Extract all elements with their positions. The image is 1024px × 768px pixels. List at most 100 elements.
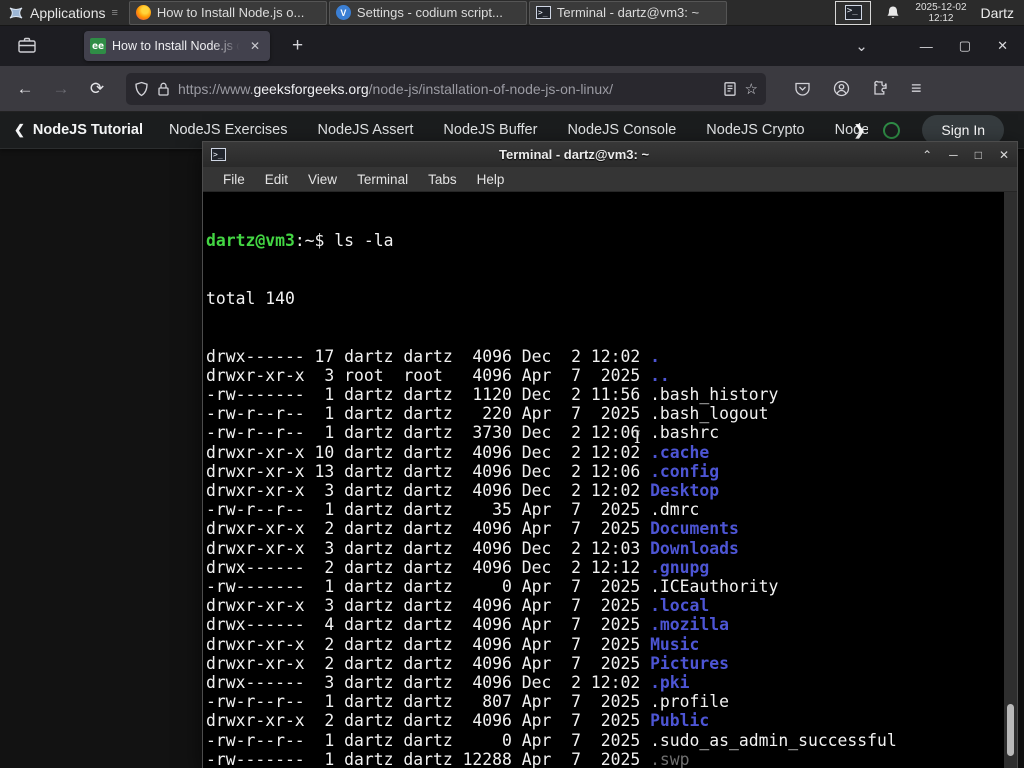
search-icon[interactable] <box>883 121 901 139</box>
terminal-output-line: -rw-r--r-- 1 dartz dartz 0 Apr 7 2025 .s… <box>206 730 897 750</box>
ibeam-cursor: I <box>634 428 641 448</box>
window-button-firefox[interactable]: How to Install Node.js o... <box>128 0 327 25</box>
terminal-output-line: drwx------ 4 dartz dartz 4096 Apr 7 2025… <box>206 615 730 635</box>
menu-icon[interactable]: ≡ <box>911 78 922 99</box>
window-button-list: How to Install Node.js o... V Settings -… <box>128 0 727 26</box>
nav-item[interactable]: NodeJS Buffer <box>443 122 537 138</box>
directory-name: .local <box>650 596 710 616</box>
firefox-view-button[interactable] <box>12 32 42 60</box>
url-domain: geeksforgeeks.org <box>253 80 369 97</box>
command-text: ls -la <box>334 231 394 251</box>
nav-item[interactable]: NodeJS Console <box>567 122 676 138</box>
tab-title: How to Install Node.js on <box>112 39 240 53</box>
menu-tabs[interactable]: Tabs <box>418 172 467 187</box>
terminal-output-line: -rw-r--r-- 1 dartz dartz 3730 Dec 2 12:0… <box>206 423 720 443</box>
directory-name: .cache <box>650 442 710 462</box>
codium-icon: V <box>335 5 351 20</box>
terminal-output-line: drwxr-xr-x 3 dartz dartz 4096 Apr 7 2025… <box>206 596 710 616</box>
shade-button[interactable]: ⌃ <box>922 148 932 162</box>
extensions-icon[interactable] <box>872 80 889 97</box>
gfg-subnav-items: NodeJS Exercises NodeJS Assert NodeJS Bu… <box>169 122 868 138</box>
directory-name: Pictures <box>650 653 730 673</box>
directory-name: .pki <box>650 673 690 693</box>
list-all-tabs-icon[interactable]: ⌄ <box>855 37 868 55</box>
nav-item[interactable]: NodeJS Exercises <box>169 122 287 138</box>
nav-item[interactable]: NodeJS Crypto <box>706 122 804 138</box>
browser-tab-bar: ee How to Install Node.js on ✕ + ⌄ — ▢ ✕ <box>0 26 1024 66</box>
file-name: .bashrc <box>650 423 720 443</box>
directory-name: .gnupg <box>650 557 710 577</box>
prompt-suffix: :~$ <box>294 231 335 251</box>
prompt-user-host: dartz@vm3 <box>206 231 295 251</box>
maximize-button[interactable]: □ <box>975 148 982 162</box>
terminal-output-line: drwxr-xr-x 13 dartz dartz 4096 Dec 2 12:… <box>206 461 720 481</box>
minimize-button[interactable]: ─ <box>949 148 958 162</box>
firefox-icon <box>135 5 151 20</box>
terminal-output-line: total 140 <box>206 289 295 309</box>
lock-icon[interactable] <box>157 81 170 97</box>
directory-name: Public <box>650 711 710 731</box>
pocket-icon[interactable] <box>794 80 811 97</box>
window-button-codium[interactable]: V Settings - codium script... <box>328 0 527 25</box>
tray-terminal-icon[interactable]: >_ <box>835 0 872 25</box>
terminal-output-line: drwxr-xr-x 2 dartz dartz 4096 Apr 7 2025… <box>206 519 739 539</box>
terminal-prompt-line: dartz@vm3:~$ ls -la <box>206 231 1003 250</box>
terminal-title-bar[interactable]: >_ Terminal - dartz@vm3: ~ ⌃ ─ □ ✕ <box>203 142 1017 167</box>
notification-bell-icon[interactable] <box>885 5 901 21</box>
directory-name: Music <box>650 634 700 654</box>
menu-view[interactable]: View <box>298 172 347 187</box>
directory-name: .. <box>650 365 670 385</box>
panel-grip-icon: ≡ <box>111 6 119 19</box>
chevron-right-icon[interactable]: ❯ <box>854 122 866 139</box>
reload-button[interactable]: ⟳ <box>82 74 112 104</box>
nav-item[interactable]: NodeJS Assert <box>317 122 413 138</box>
chevron-left-icon[interactable]: ❮ <box>14 122 25 138</box>
terminal-output-area[interactable]: dartz@vm3:~$ ls -la total 140 drwx------… <box>203 192 1017 768</box>
panel-username: Dartz <box>980 4 1014 21</box>
terminal-output-line: drwxr-xr-x 3 dartz dartz 4096 Dec 2 12:0… <box>206 538 739 558</box>
close-button[interactable]: ✕ <box>999 148 1009 162</box>
clock[interactable]: 2025-12-02 12:12 <box>915 2 966 24</box>
menu-file[interactable]: File <box>213 172 255 187</box>
menu-help[interactable]: Help <box>467 172 515 187</box>
terminal-listing: drwx------ 17 dartz dartz 4096 Dec 2 12:… <box>206 347 1003 768</box>
reader-mode-icon[interactable] <box>723 81 737 97</box>
terminal-output-line: drwx------ 2 dartz dartz 4096 Dec 2 12:1… <box>206 557 710 577</box>
account-icon[interactable] <box>833 80 850 97</box>
terminal-scrollbar[interactable] <box>1004 192 1017 768</box>
terminal-output-line: drwxr-xr-x 10 dartz dartz 4096 Dec 2 12:… <box>206 442 710 462</box>
toolbar-right-icons: ≡ <box>794 78 922 99</box>
terminal-window-title: Terminal - dartz@vm3: ~ <box>499 147 650 162</box>
tab-close-icon[interactable]: ✕ <box>246 37 264 55</box>
maximize-button[interactable]: ▢ <box>959 38 971 54</box>
terminal-icon: >_ <box>844 5 862 20</box>
minimize-button[interactable]: — <box>920 39 933 54</box>
applications-label: Applications <box>30 4 106 21</box>
terminal-output-line: drwxr-xr-x 3 dartz dartz 4096 Dec 2 12:0… <box>206 481 720 501</box>
terminal-output-line: drwx------ 17 dartz dartz 4096 Dec 2 12:… <box>206 346 660 366</box>
menu-terminal[interactable]: Terminal <box>347 172 418 187</box>
scrollbar-thumb[interactable] <box>1007 704 1014 756</box>
directory-name: Downloads <box>650 538 739 558</box>
menu-edit[interactable]: Edit <box>255 172 298 187</box>
directory-name: .config <box>650 461 720 481</box>
terminal-output-line: drwx------ 3 dartz dartz 4096 Dec 2 12:0… <box>206 673 690 693</box>
terminal-output-line: drwxr-xr-x 2 dartz dartz 4096 Apr 7 2025… <box>206 653 730 673</box>
terminal-output-line: drwxr-xr-x 2 dartz dartz 4096 Apr 7 2025… <box>206 711 710 731</box>
clock-date: 2025-12-02 <box>915 1 967 13</box>
close-button[interactable]: ✕ <box>997 38 1008 54</box>
directory-name: . <box>650 346 660 366</box>
url-bar[interactable]: https://www.geeksforgeeks.org/node-js/in… <box>126 72 766 105</box>
new-tab-button[interactable]: + <box>284 35 311 57</box>
window-button-terminal[interactable]: >_ Terminal - dartz@vm3: ~ <box>528 0 727 25</box>
window-button-label: Terminal - dartz@vm3: ~ <box>556 5 700 20</box>
browser-tab-active[interactable]: ee How to Install Node.js on ✕ <box>84 31 270 61</box>
terminal-output-line: -rw-r--r-- 1 dartz dartz 220 Apr 7 2025 … <box>206 404 769 424</box>
applications-menu-button[interactable]: Applications ≡ <box>0 0 129 26</box>
shield-icon[interactable] <box>134 81 149 97</box>
nav-item-nodejs-tutorial[interactable]: ❮ NodeJS Tutorial <box>14 122 143 138</box>
back-button[interactable]: ← <box>10 74 40 104</box>
bookmark-star-icon[interactable]: ☆ <box>745 80 758 98</box>
browser-window-controls: — ▢ ✕ <box>920 38 1008 54</box>
forward-button[interactable]: → <box>46 74 76 104</box>
